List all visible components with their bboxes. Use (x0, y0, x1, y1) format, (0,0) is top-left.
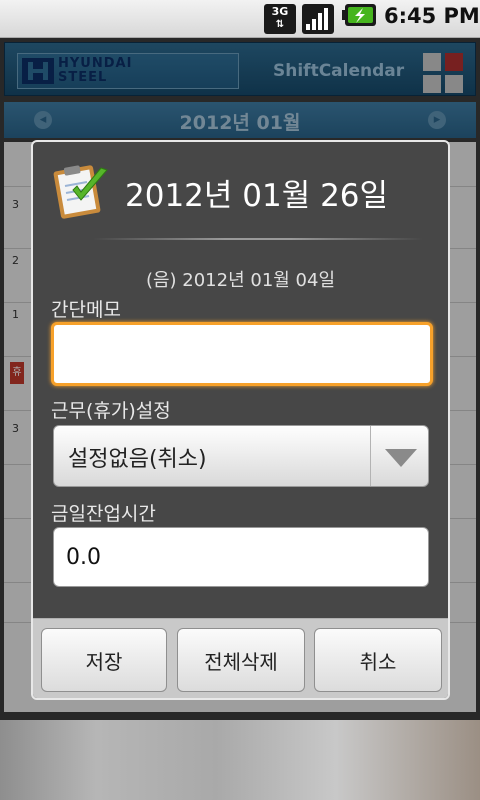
network-label: 3G (271, 5, 289, 18)
day-edit-dialog: 2012년 01월 26일 (음) 2012년 01월 04일 간단메모 근무(… (31, 140, 450, 700)
delete-all-button[interactable]: 전체삭제 (177, 628, 305, 692)
save-button[interactable]: 저장 (41, 628, 167, 692)
clipboard-check-icon (53, 165, 108, 219)
dialog-title: 2012년 01월 26일 (125, 178, 389, 214)
overtime-input[interactable] (53, 527, 429, 587)
battery-charging-icon (342, 4, 376, 26)
title-divider (93, 238, 423, 240)
overtime-label: 금일잔업시간 (51, 503, 156, 525)
shift-select-value: 설정없음(취소) (68, 447, 207, 472)
network-3g-icon: 3G ⇅ (264, 4, 296, 34)
dialog-button-bar: 저장 전체삭제 취소 (33, 618, 448, 698)
cancel-button[interactable]: 취소 (314, 628, 442, 692)
signal-strength-icon (302, 4, 334, 34)
memo-label: 간단메모 (51, 299, 121, 321)
bottom-blurred-area (0, 720, 480, 800)
dropdown-arrow-icon[interactable] (384, 448, 418, 468)
shift-label: 근무(휴가)설정 (51, 400, 171, 422)
lunar-date: (음) 2012년 01월 04일 (145, 270, 336, 291)
clock: 6:45 PM (384, 4, 480, 28)
select-divider (370, 426, 371, 486)
memo-input[interactable] (51, 322, 433, 386)
shift-select[interactable]: 설정없음(취소) (53, 425, 429, 487)
status-bar: 3G ⇅ 6:45 PM (0, 0, 480, 38)
